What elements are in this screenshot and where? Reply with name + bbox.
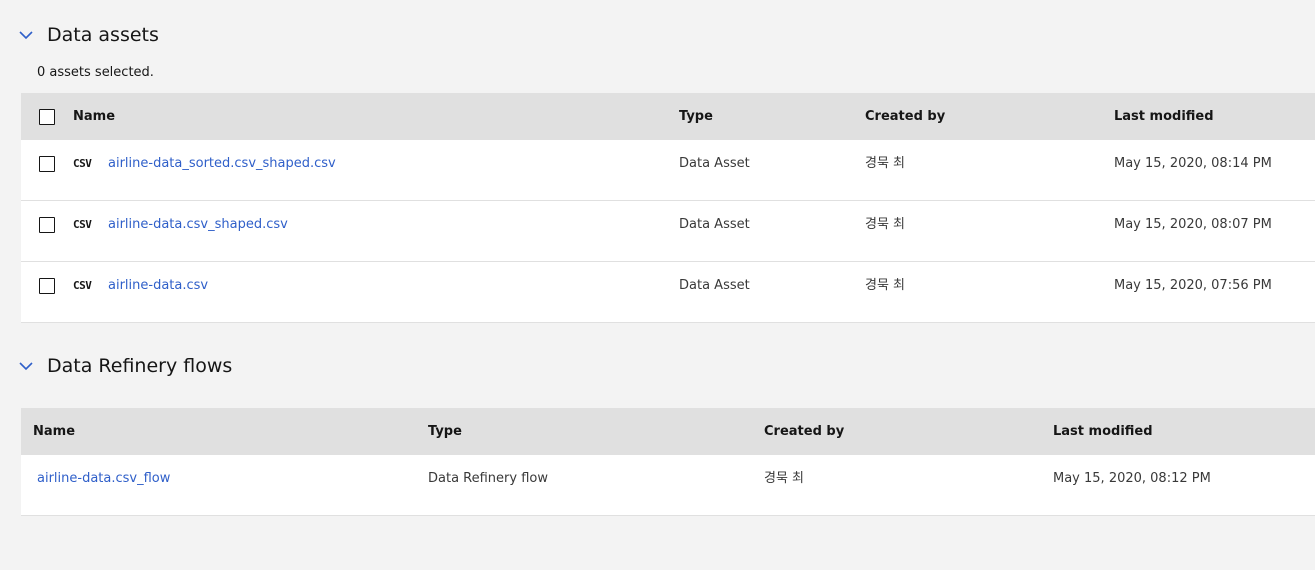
asset-name-link[interactable]: airline-data.csv: [108, 278, 208, 293]
row-checkbox[interactable]: [39, 156, 55, 172]
select-all-checkbox[interactable]: [39, 109, 55, 125]
column-header-type[interactable]: Type: [428, 408, 462, 455]
asset-created-by: 경묵 최: [865, 278, 906, 293]
asset-name-link[interactable]: airline-data.csv_shaped.csv: [108, 217, 288, 232]
row-checkbox[interactable]: [39, 217, 55, 233]
column-header-last-modified[interactable]: Last modified: [1114, 93, 1214, 140]
column-header-created-by[interactable]: Created by: [865, 93, 945, 140]
refinery-flows-section-toggle[interactable]: Data Refinery flows: [18, 350, 232, 382]
chevron-down-icon: [18, 358, 34, 374]
table-row[interactable]: CSV airline-data.csv Data Asset 경묵 최 May…: [21, 261, 1315, 322]
selection-count: 0 assets selected.: [37, 65, 154, 80]
row-checkbox[interactable]: [39, 278, 55, 294]
csv-file-icon: CSV: [73, 157, 92, 170]
flow-type: Data Refinery flow: [428, 471, 548, 486]
csv-file-icon: CSV: [73, 218, 92, 231]
column-header-type[interactable]: Type: [679, 93, 713, 140]
flow-last-modified: May 15, 2020, 08:12 PM: [1053, 471, 1211, 486]
asset-last-modified: May 15, 2020, 08:14 PM: [1114, 156, 1272, 171]
section-title: Data Refinery flows: [47, 355, 233, 377]
column-header-created-by[interactable]: Created by: [764, 408, 844, 455]
asset-name-link[interactable]: airline-data_sorted.csv_shaped.csv: [108, 156, 336, 171]
flow-name-link[interactable]: airline-data.csv_flow: [37, 471, 170, 486]
data-assets-section-toggle[interactable]: Data assets: [18, 19, 159, 51]
table-row[interactable]: CSV airline-data_sorted.csv_shaped.csv D…: [21, 140, 1315, 200]
table-row[interactable]: CSV airline-data.csv_shaped.csv Data Ass…: [21, 200, 1315, 261]
csv-file-icon: CSV: [73, 279, 92, 292]
data-assets-table: Name Type Created by Last modified CSV a…: [21, 93, 1315, 323]
asset-type: Data Asset: [679, 156, 750, 171]
table-header: Name Type Created by Last modified: [21, 408, 1315, 455]
asset-type: Data Asset: [679, 278, 750, 293]
asset-type: Data Asset: [679, 217, 750, 232]
section-title: Data assets: [47, 24, 159, 46]
column-header-name[interactable]: Name: [73, 93, 115, 140]
table-row[interactable]: airline-data.csv_flow Data Refinery flow…: [21, 455, 1315, 515]
asset-last-modified: May 15, 2020, 07:56 PM: [1114, 278, 1272, 293]
asset-last-modified: May 15, 2020, 08:07 PM: [1114, 217, 1272, 232]
asset-created-by: 경묵 최: [865, 217, 906, 232]
asset-created-by: 경묵 최: [865, 156, 906, 171]
chevron-down-icon: [18, 27, 34, 43]
column-header-last-modified[interactable]: Last modified: [1053, 408, 1153, 455]
refinery-flows-table: Name Type Created by Last modified airli…: [21, 408, 1315, 516]
table-header: Name Type Created by Last modified: [21, 93, 1315, 140]
column-header-name[interactable]: Name: [33, 408, 75, 455]
flow-created-by: 경묵 최: [764, 471, 805, 486]
